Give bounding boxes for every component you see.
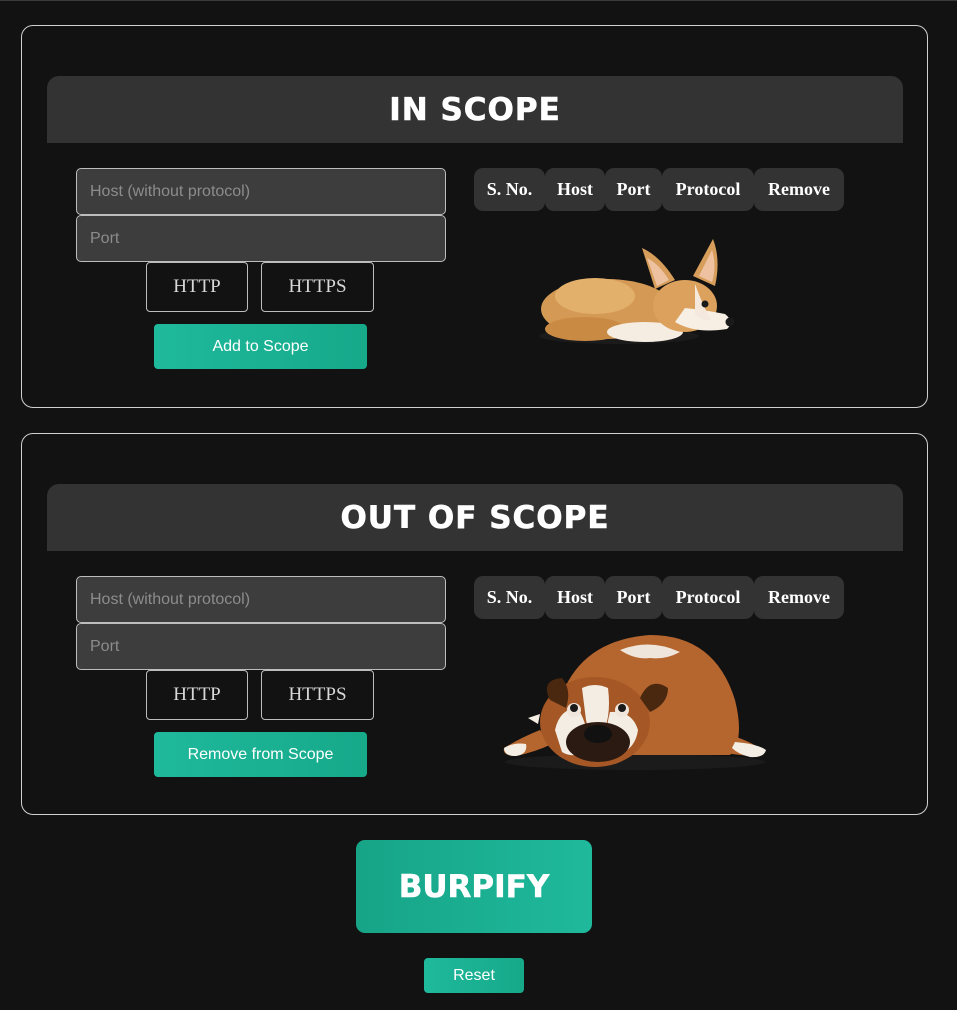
add-to-scope-button[interactable]: Add to Scope: [154, 324, 367, 369]
out-of-scope-panel: OUT OF SCOPE HTTP HTTPS Remove from Scop…: [21, 433, 928, 815]
column-header-remove: Remove: [754, 168, 844, 211]
burpify-button[interactable]: BURPIFY: [356, 840, 592, 933]
in-scope-panel: IN SCOPE HTTP HTTPS Add to Scope S. No. …: [21, 25, 928, 408]
out-of-scope-http-button[interactable]: HTTP: [146, 670, 248, 720]
in-scope-https-button[interactable]: HTTPS: [261, 262, 374, 312]
column-header-remove: Remove: [754, 576, 844, 619]
column-header-port: Port: [605, 168, 662, 211]
column-header-sno: S. No.: [474, 168, 545, 211]
out-of-scope-https-button[interactable]: HTTPS: [261, 670, 374, 720]
in-scope-http-button[interactable]: HTTP: [146, 262, 248, 312]
column-header-port: Port: [605, 576, 662, 619]
in-scope-port-input[interactable]: [76, 215, 446, 262]
remove-from-scope-button[interactable]: Remove from Scope: [154, 732, 367, 777]
out-of-scope-title: OUT OF SCOPE: [340, 499, 610, 536]
column-header-sno: S. No.: [474, 576, 545, 619]
in-scope-table-header: S. No. Host Port Protocol Remove: [474, 168, 844, 211]
out-of-scope-table-header: S. No. Host Port Protocol Remove: [474, 576, 844, 619]
reset-button[interactable]: Reset: [424, 958, 524, 993]
out-of-scope-port-input[interactable]: [76, 623, 446, 670]
column-header-host: Host: [545, 576, 605, 619]
out-of-scope-header: OUT OF SCOPE: [47, 484, 903, 551]
out-of-scope-host-input[interactable]: [76, 576, 446, 623]
in-scope-header: IN SCOPE: [47, 76, 903, 143]
bulldog-image: [503, 635, 766, 770]
in-scope-host-input[interactable]: [76, 168, 446, 215]
column-header-protocol: Protocol: [662, 576, 754, 619]
column-header-host: Host: [545, 168, 605, 211]
corgi-dog-image: [539, 239, 735, 344]
column-header-protocol: Protocol: [662, 168, 754, 211]
in-scope-title: IN SCOPE: [389, 91, 561, 128]
